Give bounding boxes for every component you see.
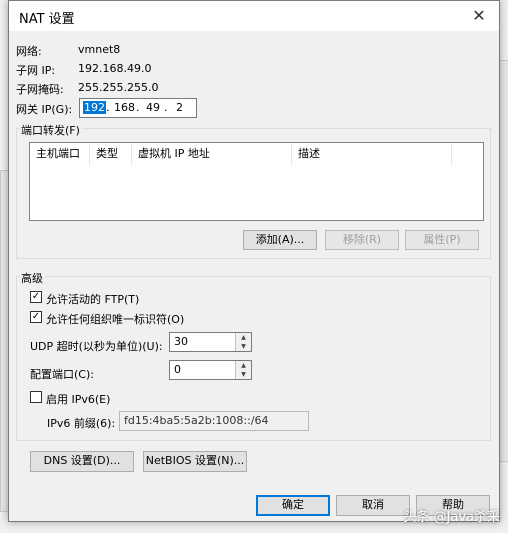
gateway-octet-1[interactable]: 192 <box>83 101 106 114</box>
column-vm-ip[interactable]: 虚拟机 IP 地址 <box>132 143 292 165</box>
network-value: vmnet8 <box>78 43 121 56</box>
dialog-title: NAT 设置 <box>19 12 75 27</box>
subnet-ip-label: 子网 IP: <box>16 64 56 77</box>
config-port-label: 配置端口(C): <box>30 368 94 381</box>
udp-timeout-label: UDP 超时(以秒为单位)(U): <box>30 340 163 353</box>
ipv6-prefix-label: IPv6 前缀(6): <box>47 417 116 430</box>
column-type[interactable]: 类型 <box>90 143 132 165</box>
gateway-label: 网关 IP(G): <box>16 103 73 116</box>
title-bar: NAT 设置 ✕ <box>9 1 499 31</box>
spin-down-icon[interactable]: ▼ <box>235 370 251 379</box>
spin-up-icon[interactable]: ▲ <box>235 333 251 342</box>
subnet-mask-label: 子网掩码: <box>16 83 64 96</box>
properties-button[interactable]: 属性(P) <box>405 230 479 250</box>
allow-oui-label: 允许任何组织唯一标识符(O) <box>46 313 185 326</box>
spin-up-icon[interactable]: ▲ <box>235 361 251 370</box>
udp-timeout-value: 30 <box>174 335 188 348</box>
watermark: 头条 @Java杀采 <box>403 510 500 525</box>
enable-ipv6-checkbox[interactable] <box>30 391 42 403</box>
allow-oui-checkbox[interactable]: ✓ <box>30 311 42 323</box>
spin-down-icon[interactable]: ▼ <box>235 342 251 351</box>
udp-timeout-stepper[interactable]: 30 ▲ ▼ <box>169 332 252 352</box>
allow-ftp-label: 允许活动的 FTP(T) <box>46 293 140 306</box>
port-forwarding-list[interactable]: 主机端口 类型 虚拟机 IP 地址 描述 <box>29 142 484 221</box>
add-button[interactable]: 添加(A)... <box>243 230 317 250</box>
config-port-stepper[interactable]: 0 ▲ ▼ <box>169 360 252 380</box>
ok-button[interactable]: 确定 <box>256 495 330 516</box>
close-icon[interactable]: ✕ <box>459 1 499 31</box>
column-description[interactable]: 描述 <box>292 143 452 165</box>
allow-ftp-checkbox[interactable]: ✓ <box>30 291 42 303</box>
ipv6-prefix-input[interactable]: fd15:4ba5:5a2b:1008::/64 <box>119 411 309 431</box>
nat-settings-dialog: NAT 设置 ✕ 网络: vmnet8 子网 IP: 192.168.49.0 … <box>8 0 500 522</box>
gateway-ip-input[interactable]: 192 . 168 . 49 . 2 <box>79 98 197 118</box>
gateway-octet-2[interactable]: 168 <box>114 101 135 114</box>
dns-settings-button[interactable]: DNS 设置(D)... <box>30 451 134 472</box>
gateway-octet-4[interactable]: 2 <box>176 101 183 114</box>
port-forwarding-label: 端口转发(F) <box>19 122 82 138</box>
remove-button[interactable]: 移除(R) <box>325 230 399 250</box>
network-label: 网络: <box>16 45 42 58</box>
config-port-value: 0 <box>174 363 181 376</box>
cancel-button[interactable]: 取消 <box>336 495 410 516</box>
octet-dot: . <box>106 101 110 114</box>
subnet-mask-value: 255.255.255.0 <box>78 81 159 94</box>
subnet-ip-value: 192.168.49.0 <box>78 62 152 75</box>
octet-dot: . <box>136 101 140 114</box>
column-host-port[interactable]: 主机端口 <box>30 143 90 165</box>
gateway-octet-3[interactable]: 49 <box>146 101 160 114</box>
octet-dot: . <box>164 101 168 114</box>
advanced-label: 高级 <box>19 270 45 286</box>
enable-ipv6-label: 启用 IPv6(E) <box>46 393 111 406</box>
netbios-settings-button[interactable]: NetBIOS 设置(N)... <box>143 451 247 472</box>
